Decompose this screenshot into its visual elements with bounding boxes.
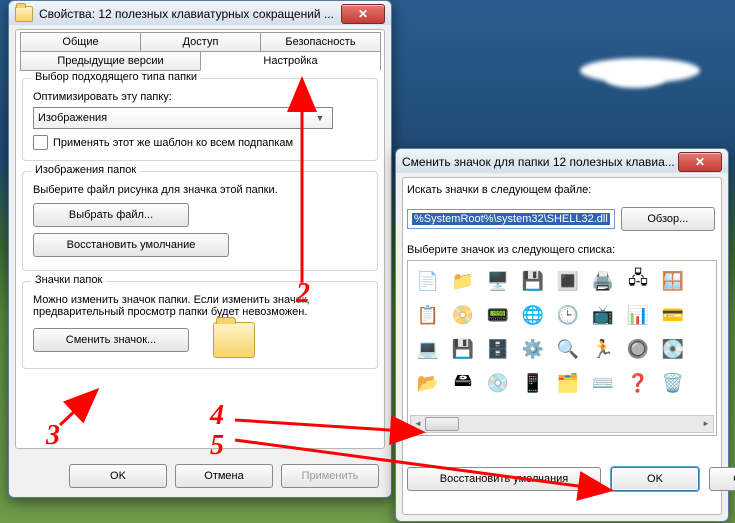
icon-path-value: %SystemRoot%\system32\SHELL32.dll bbox=[412, 213, 610, 225]
scroll-right-icon[interactable]: ► bbox=[699, 416, 713, 430]
folder2-icon[interactable]: 📂 bbox=[414, 369, 442, 397]
group-folder-icons: Значки папок Можно изменить значок папки… bbox=[22, 281, 378, 369]
scrollbar-thumb[interactable] bbox=[425, 417, 459, 431]
search-in-file-label: Искать значки в следующем файле: bbox=[407, 184, 717, 196]
restore-default-button[interactable]: Восстановить умолчание bbox=[33, 233, 229, 257]
chart-icon[interactable]: 📊 bbox=[624, 301, 652, 329]
help-icon[interactable]: ❓ bbox=[624, 369, 652, 397]
properties-window: Свойства: 12 полезных клавиатурных сокра… bbox=[8, 0, 392, 498]
cancel-button[interactable]: Отмена bbox=[709, 467, 735, 491]
icon-list[interactable]: 📄 📁 🖥️ 💾 🔳 🖨️ 🖧 🪟 📋 📀 📟 🌐 🕒 📺 📊 💳 bbox=[407, 260, 717, 436]
close-button[interactable]: ✕ bbox=[341, 4, 385, 24]
chip-icon[interactable]: 🔳 bbox=[554, 267, 582, 295]
gear-icon[interactable]: ⚙️ bbox=[519, 335, 547, 363]
apply-subfolders-checkbox[interactable] bbox=[33, 135, 48, 150]
change-icon-button[interactable]: Сменить значок... bbox=[33, 328, 189, 352]
tab-sharing[interactable]: Доступ bbox=[140, 32, 261, 52]
horizontal-scrollbar[interactable]: ◄ ► bbox=[410, 415, 714, 433]
dropdown-value: Изображения bbox=[38, 112, 312, 124]
tab-customize[interactable]: Настройка bbox=[200, 51, 381, 71]
close-icon: ✕ bbox=[358, 7, 368, 21]
tab-general[interactable]: Общие bbox=[20, 32, 141, 52]
properties-body: Общие Доступ Безопасность Предыдущие вер… bbox=[15, 29, 385, 449]
choose-file-button[interactable]: Выбрать файл... bbox=[33, 203, 189, 227]
optimize-label: Оптимизировать эту папку: bbox=[33, 91, 367, 103]
cloud-decoration bbox=[605, 70, 665, 88]
window-title: Сменить значок для папки 12 полезных кла… bbox=[402, 155, 678, 169]
window-icon[interactable]: 🪟 bbox=[659, 267, 687, 295]
cancel-button[interactable]: Отмена bbox=[175, 464, 273, 488]
apply-subfolders-label: Применять этот же шаблон ко всем подпапк… bbox=[53, 137, 293, 149]
network-icon[interactable]: 🖧 bbox=[624, 267, 652, 295]
printer-icon[interactable]: 🖨️ bbox=[589, 267, 617, 295]
shutdown-icon[interactable]: 🔘 bbox=[624, 335, 652, 363]
globe-icon[interactable]: 🌐 bbox=[519, 301, 547, 329]
tab-security[interactable]: Безопасность bbox=[260, 32, 381, 52]
choose-file-label: Выберите файл рисунка для значка этой па… bbox=[33, 184, 367, 196]
card-icon[interactable]: 💳 bbox=[659, 301, 687, 329]
change-icon-body: Искать значки в следующем файле: %System… bbox=[402, 177, 722, 515]
grid-icon[interactable]: ⌨️ bbox=[589, 369, 617, 397]
cd-icon[interactable]: 💿 bbox=[484, 369, 512, 397]
restore-defaults-button[interactable]: Восстановить умолчания bbox=[407, 467, 601, 491]
terminal-icon[interactable]: 📺 bbox=[589, 301, 617, 329]
titlebar[interactable]: Сменить значок для папки 12 полезных кла… bbox=[396, 149, 728, 173]
group-folder-pictures: Изображения папок Выберите файл рисунка … bbox=[22, 171, 378, 271]
group-folder-type: Выбор подходящего типа папки Оптимизиров… bbox=[22, 78, 378, 161]
tab-previous-versions[interactable]: Предыдущие версии bbox=[20, 51, 201, 71]
chevron-down-icon: ▼ bbox=[312, 110, 328, 126]
window-title: Свойства: 12 полезных клавиатурных сокра… bbox=[39, 7, 341, 21]
optimize-dropdown[interactable]: Изображения ▼ bbox=[33, 107, 333, 129]
apply-button[interactable]: Применить bbox=[281, 464, 379, 488]
icon-path-input[interactable]: %SystemRoot%\system32\SHELL32.dll bbox=[407, 209, 615, 229]
choose-from-list-label: Выберите значок из следующего списка: bbox=[407, 244, 717, 256]
list-icon[interactable]: 📋 bbox=[414, 301, 442, 329]
phone-icon[interactable]: 📱 bbox=[519, 369, 547, 397]
save-icon[interactable]: 💾 bbox=[449, 335, 477, 363]
disk-icon[interactable]: 💽 bbox=[659, 335, 687, 363]
drive-icon[interactable]: 🖥️ bbox=[484, 267, 512, 295]
document-icon[interactable]: 📄 bbox=[414, 267, 442, 295]
floppy-icon[interactable]: 💾 bbox=[519, 267, 547, 295]
group-legend: Значки папок bbox=[31, 274, 106, 286]
ok-button[interactable]: OK bbox=[69, 464, 167, 488]
server-icon[interactable]: 🗄️ bbox=[484, 335, 512, 363]
ok-button[interactable]: OK bbox=[611, 467, 699, 491]
browse-button[interactable]: Обзор... bbox=[621, 207, 715, 231]
folder-preview-icon bbox=[213, 322, 255, 358]
close-icon: ✕ bbox=[695, 155, 705, 169]
clock-icon[interactable]: 🕒 bbox=[554, 301, 582, 329]
scroll-left-icon[interactable]: ◄ bbox=[411, 416, 425, 430]
titlebar[interactable]: Свойства: 12 полезных клавиатурных сокра… bbox=[9, 1, 391, 25]
group-legend: Изображения папок bbox=[31, 164, 140, 176]
device-icon[interactable]: 📀 bbox=[449, 301, 477, 329]
monitor-icon[interactable]: 💻 bbox=[414, 335, 442, 363]
close-button[interactable]: ✕ bbox=[678, 152, 722, 172]
tab-strip: Общие Доступ Безопасность Предыдущие вер… bbox=[20, 32, 380, 70]
tree-icon[interactable]: 🗂️ bbox=[554, 369, 582, 397]
change-icon-desc: Можно изменить значок папки. Если измени… bbox=[33, 294, 363, 318]
hdd-icon[interactable]: 🖴 bbox=[449, 369, 477, 397]
run-icon[interactable]: 🏃 bbox=[589, 335, 617, 363]
recycle-icon[interactable]: 🗑️ bbox=[659, 369, 687, 397]
change-icon-dialog: Сменить значок для папки 12 полезных кла… bbox=[395, 148, 729, 522]
group-legend: Выбор подходящего типа папки bbox=[31, 71, 201, 83]
folder-icon[interactable]: 📁 bbox=[449, 267, 477, 295]
folder-icon bbox=[15, 6, 33, 22]
dialog-footer: OK Отмена Применить bbox=[9, 455, 391, 497]
modem-icon[interactable]: 📟 bbox=[484, 301, 512, 329]
search-icon[interactable]: 🔍 bbox=[554, 335, 582, 363]
